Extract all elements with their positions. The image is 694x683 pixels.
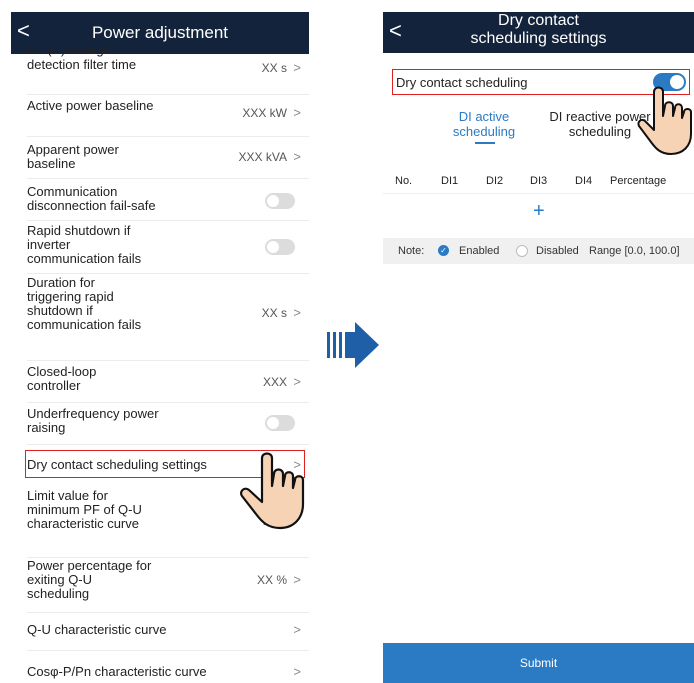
- divider: [27, 360, 309, 361]
- hand-pointer-icon: [637, 86, 692, 155]
- list-item: PF (U) voltage: [27, 47, 301, 57]
- column-header: No.: [395, 175, 413, 187]
- divider: [27, 273, 309, 274]
- toggle-switch[interactable]: [265, 193, 295, 209]
- tab-indicator: [475, 142, 495, 144]
- setting-row: Rapid shutdown if inverter communication…: [27, 224, 301, 270]
- setting-row[interactable]: Power percentage for exiting Q-U schedul…: [27, 559, 301, 605]
- column-header: DI4: [575, 175, 593, 187]
- row-label: Limit value for minimum PF of Q-U charac…: [27, 488, 142, 531]
- column-header: Percentage: [610, 175, 667, 187]
- check-circle-icon: ✓: [438, 245, 449, 256]
- row-value: XXX kVA: [238, 150, 287, 164]
- column-header: DI2: [486, 175, 504, 187]
- chevron-right-icon: >: [293, 622, 301, 637]
- page-title: Dry contact scheduling settings: [383, 12, 694, 48]
- row-label: Cosφ-P/Pn characteristic curve: [27, 664, 207, 679]
- row-label: Duration for triggering rapid shutdown i…: [27, 275, 142, 332]
- setting-row[interactable]: Cosφ-P/Pn characteristic curve >: [27, 665, 301, 681]
- arrow-right-icon: [327, 322, 379, 368]
- divider: [27, 444, 309, 445]
- chevron-right-icon: >: [293, 664, 301, 679]
- chevron-right-icon: >: [293, 149, 301, 164]
- title-line-2: scheduling settings: [470, 30, 607, 47]
- toggle-switch[interactable]: [265, 415, 295, 431]
- divider: [27, 402, 309, 403]
- disabled-legend: Disabled: [536, 245, 579, 257]
- setting-row[interactable]: detection filter time XX s >: [27, 58, 301, 88]
- setting-row: Underfrequency power raising: [27, 407, 301, 437]
- tab-label-line-1: DI active: [458, 109, 510, 124]
- row-label: Apparent power baseline: [27, 142, 119, 171]
- row-label: Underfrequency power raising: [27, 406, 159, 435]
- row-label: Closed-loop controller: [27, 364, 97, 393]
- submit-button[interactable]: Submit: [383, 643, 694, 683]
- setting-row[interactable]: Duration for triggering rapid shutdown i…: [27, 276, 301, 352]
- note-bar: Note: ✓ Enabled Disabled Range [0.0, 100…: [383, 238, 694, 264]
- divider: [27, 136, 309, 137]
- row-value: XX s: [261, 306, 287, 320]
- divider: [27, 94, 309, 95]
- row-value: XX s: [261, 61, 287, 75]
- row-value: XXX kW: [242, 106, 287, 120]
- row-label: Active power baseline: [27, 98, 154, 113]
- row-value: XXX: [262, 375, 287, 389]
- enabled-legend: Enabled: [459, 245, 500, 257]
- power-adjustment-screen: < Power adjustment PF (U) voltage detect…: [11, 12, 309, 683]
- switch-label: Dry contact scheduling: [396, 75, 528, 90]
- divider: [27, 612, 309, 613]
- hand-pointer-icon: [240, 452, 305, 530]
- add-icon[interactable]: +: [533, 200, 545, 223]
- row-label: Power percentage for exiting Q-U schedul…: [27, 558, 152, 601]
- column-header: DI3: [530, 175, 548, 187]
- divider: [27, 650, 309, 651]
- row-label: Rapid shutdown if inverter communication…: [27, 223, 142, 266]
- header: < Dry contact scheduling settings: [383, 12, 694, 53]
- range-text: Range [0.0, 100.0]: [589, 245, 680, 257]
- tab-di-active-scheduling[interactable]: DI active scheduling: [443, 109, 525, 139]
- divider: [27, 178, 309, 179]
- toggle-switch[interactable]: [265, 239, 295, 255]
- row-label: Communication disconnection fail-safe: [27, 184, 156, 213]
- chevron-right-icon: >: [293, 374, 301, 389]
- setting-row[interactable]: Q-U characteristic curve >: [27, 623, 301, 639]
- row-label: detection filter time: [27, 57, 137, 72]
- chevron-right-icon: >: [293, 60, 301, 75]
- title-line-1: Dry contact: [498, 12, 579, 29]
- row-label: PF (U) voltage: [27, 47, 111, 57]
- divider: [27, 220, 309, 221]
- chevron-right-icon: >: [293, 305, 301, 320]
- setting-row[interactable]: Closed-loop controller XXX >: [27, 365, 301, 395]
- setting-row[interactable]: Active power baseline XXX kW >: [27, 99, 301, 129]
- add-row: +: [383, 193, 694, 236]
- column-header: DI1: [441, 175, 459, 187]
- chevron-right-icon: >: [293, 572, 301, 587]
- row-value: XX %: [256, 573, 287, 587]
- setting-row[interactable]: Apparent power baseline XXX kVA >: [27, 143, 301, 173]
- page-title: Power adjustment: [91, 23, 229, 42]
- note-label: Note:: [398, 245, 425, 257]
- chevron-right-icon: >: [293, 105, 301, 120]
- empty-circle-icon: [516, 245, 528, 257]
- setting-row: Communication disconnection fail-safe: [27, 185, 301, 215]
- tab-label-line-2: scheduling: [452, 124, 516, 139]
- row-label: Q-U characteristic curve: [27, 622, 167, 637]
